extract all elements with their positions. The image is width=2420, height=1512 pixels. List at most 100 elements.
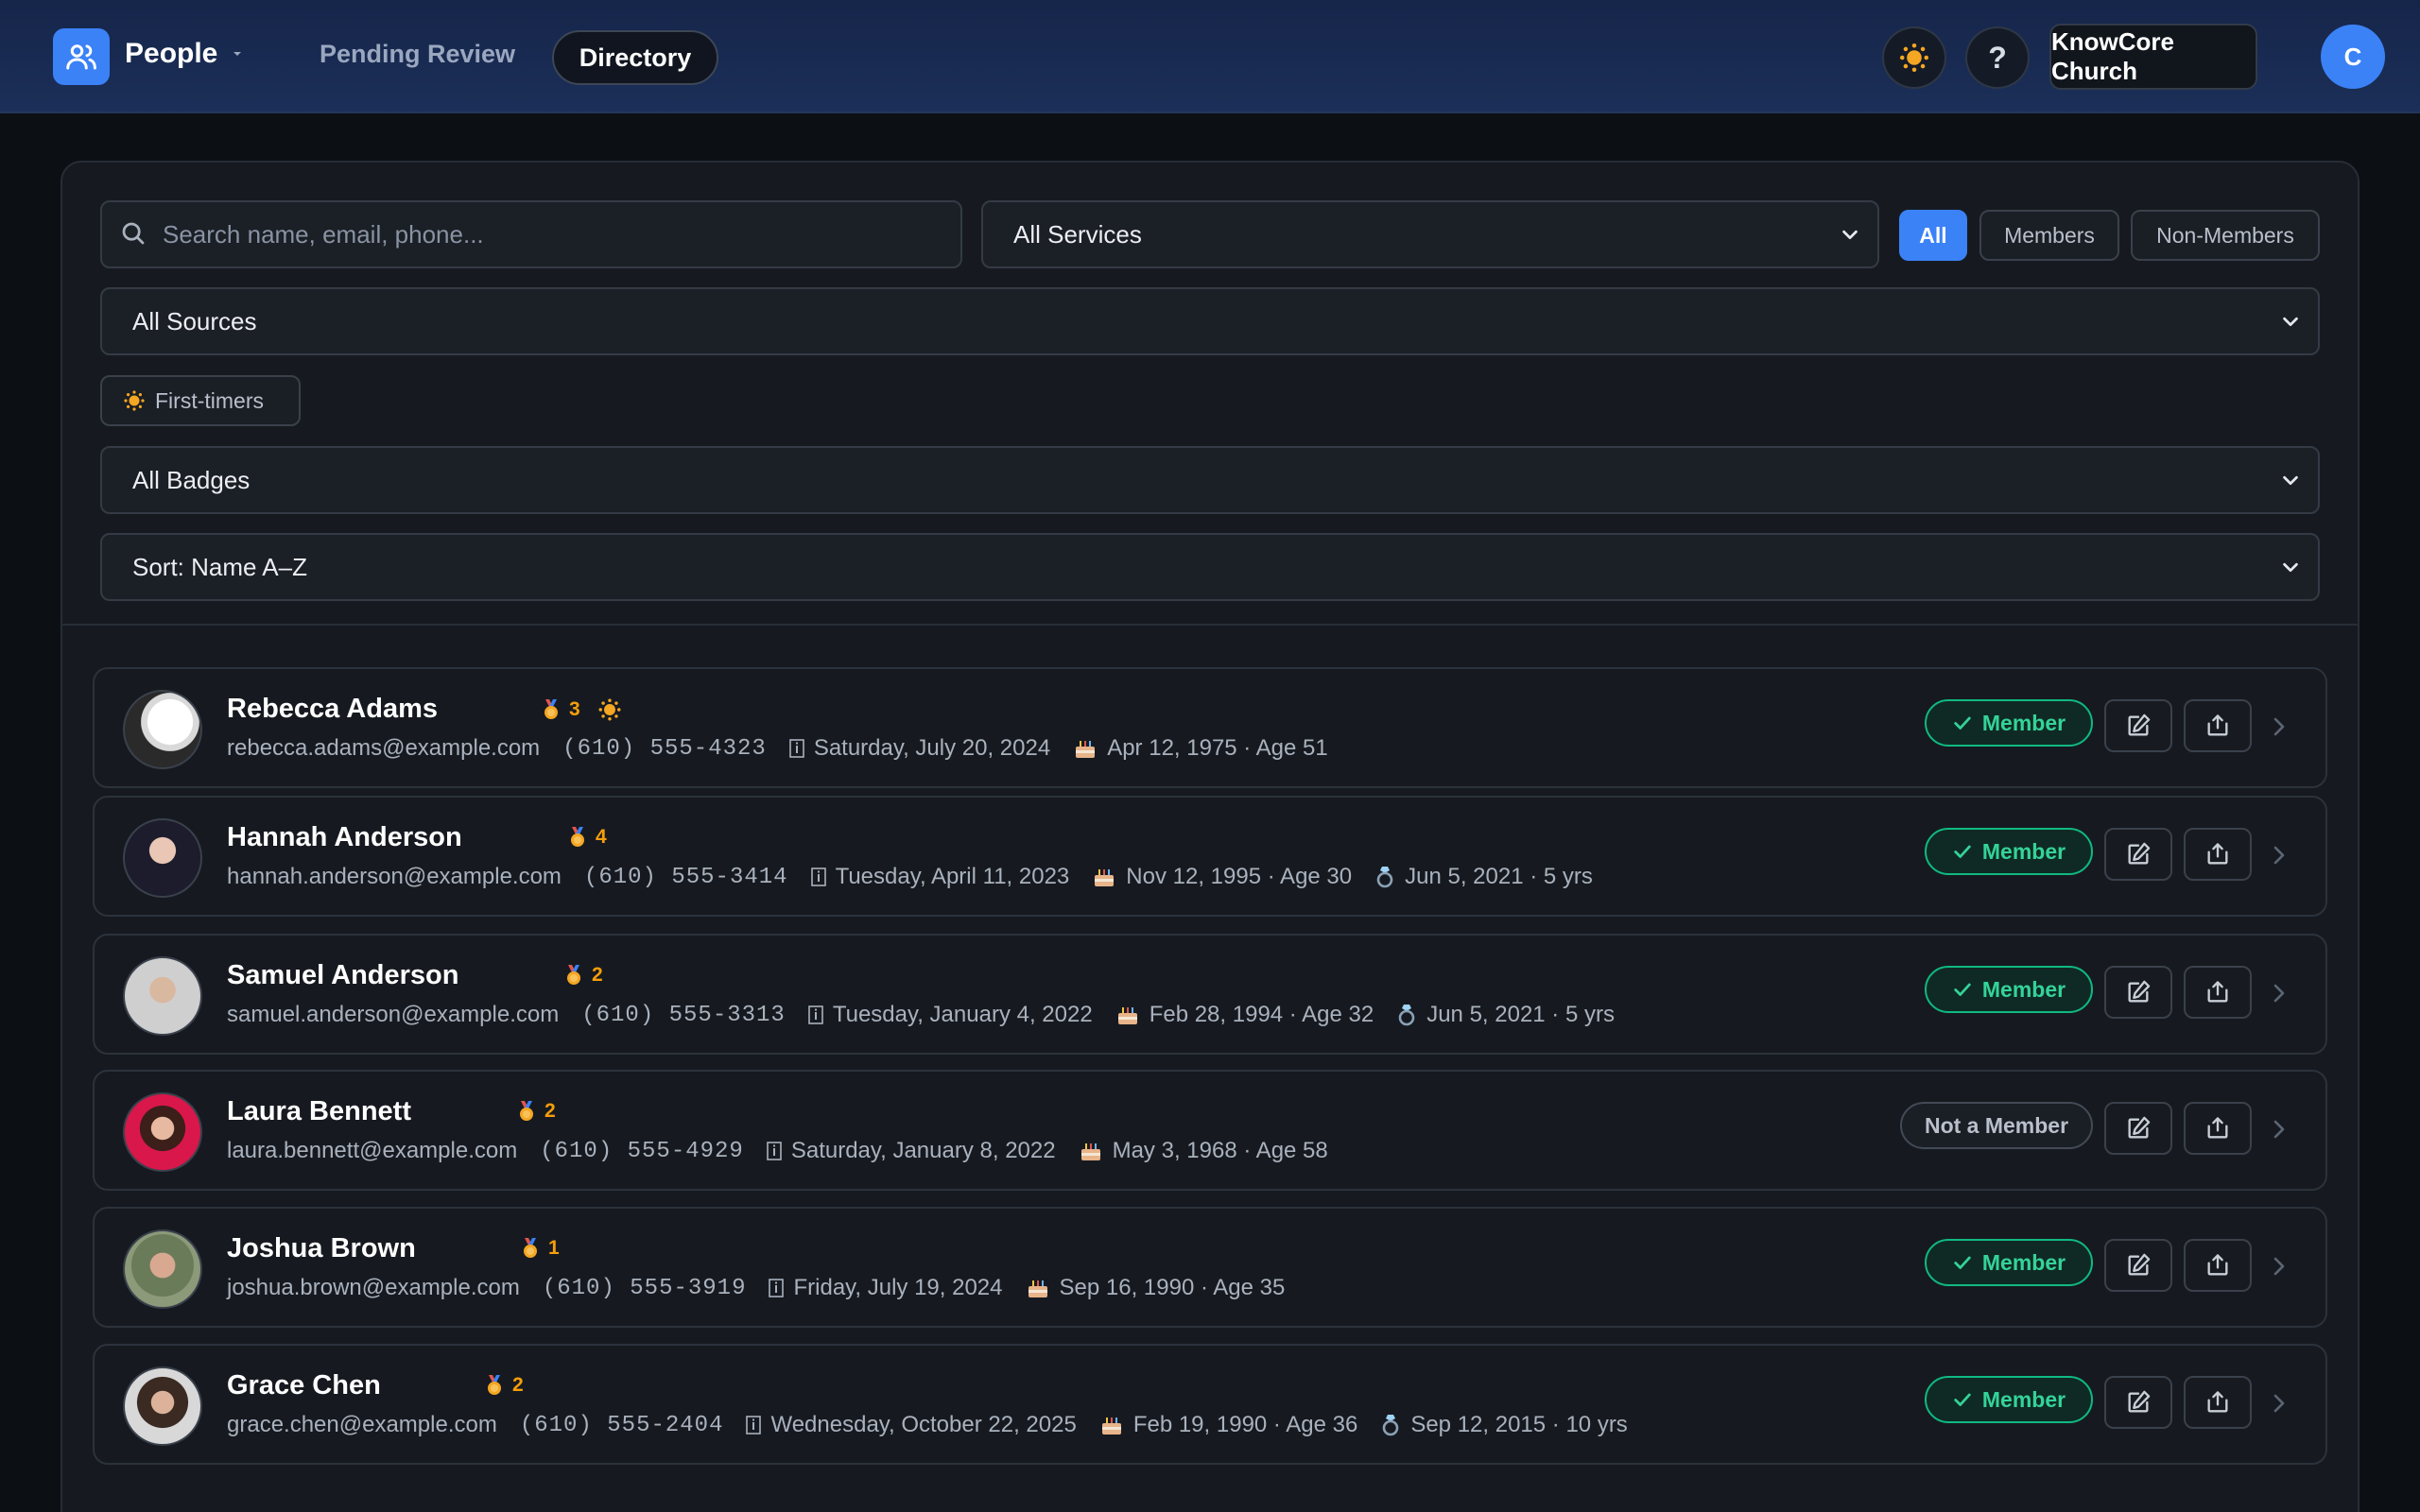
sort-select[interactable]: Sort: Name A–Z — [100, 533, 2320, 601]
edit-button[interactable] — [2104, 699, 2172, 752]
status-label: Member — [1981, 1249, 2066, 1275]
share-button[interactable] — [2184, 1376, 2252, 1429]
member-status-badge[interactable]: Member — [1925, 699, 2093, 747]
person-email[interactable]: laura.bennett@example.com — [227, 1138, 517, 1164]
joined-date: Saturday, July 20, 2024 — [813, 735, 1051, 761]
medal-icon — [488, 1375, 501, 1395]
badge-count-value: 2 — [544, 1100, 556, 1122]
filter-non-members-button[interactable]: Non-Members — [2131, 210, 2320, 261]
share-button[interactable] — [2184, 699, 2252, 752]
open-detail-chevron[interactable] — [2271, 714, 2288, 744]
person-name[interactable]: Laura Bennett — [227, 1096, 411, 1127]
chevron-right-icon[interactable] — [2271, 1117, 2288, 1142]
edit-icon — [2128, 1390, 2151, 1413]
cake-icon — [1076, 741, 1096, 758]
open-detail-chevron[interactable] — [2271, 843, 2288, 872]
person-phone[interactable]: (610) 555-4929 — [540, 1139, 744, 1164]
person-phone[interactable]: (610) 555-3414 — [584, 865, 788, 890]
person-email[interactable]: joshua.brown@example.com — [227, 1275, 520, 1301]
filters-divider — [60, 624, 2360, 626]
edit-button[interactable] — [2104, 1102, 2172, 1155]
person-row[interactable]: Samuel Anderson 2 samuel.anderson@example.… — [93, 934, 2327, 1055]
person-phone[interactable]: (610) 555-3919 — [543, 1276, 747, 1301]
person-birthday: Sep 16, 1990 · Age 35 — [1026, 1275, 1285, 1301]
person-meta: joshua.brown@example.com (610) 555-3919 Fr… — [227, 1275, 1307, 1301]
app-title[interactable]: People — [125, 38, 217, 70]
badges-select-value: All Badges — [132, 465, 251, 494]
birthday-text: Feb 28, 1994 · Age 32 — [1149, 1002, 1374, 1027]
member-status-badge[interactable]: Member — [1925, 1239, 2093, 1286]
badges-select[interactable]: All Badges — [100, 446, 2320, 514]
birthday-text: May 3, 1968 · Age 58 — [1112, 1138, 1328, 1163]
open-detail-chevron[interactable] — [2271, 981, 2288, 1010]
open-detail-chevron[interactable] — [2271, 1391, 2288, 1420]
person-email[interactable]: grace.chen@example.com — [227, 1412, 497, 1438]
edit-button[interactable] — [2104, 1239, 2172, 1292]
person-joined: Tuesday, January 4, 2022 — [808, 1002, 1093, 1028]
theme-toggle-button[interactable] — [1882, 26, 1946, 89]
person-row[interactable]: Rebecca Adams 3 rebecca.adams@example.com (… — [93, 667, 2327, 788]
share-button[interactable] — [2184, 828, 2252, 881]
person-name[interactable]: Joshua Brown — [227, 1233, 416, 1264]
badge-count-value: 2 — [512, 1374, 524, 1396]
sources-select[interactable]: All Sources — [100, 287, 2320, 355]
edit-icon — [2128, 1116, 2151, 1139]
person-email[interactable]: rebecca.adams@example.com — [227, 735, 540, 762]
info-icon — [767, 1142, 782, 1160]
user-avatar[interactable]: C — [2321, 25, 2385, 89]
edit-button[interactable] — [2104, 966, 2172, 1019]
people-icon[interactable] — [53, 28, 110, 85]
person-email[interactable]: samuel.anderson@example.com — [227, 1002, 559, 1028]
chevron-right-icon[interactable] — [2271, 714, 2288, 739]
person-name[interactable]: Grace Chen — [227, 1370, 381, 1401]
person-email[interactable]: hannah.anderson@example.com — [227, 864, 562, 890]
person-phone[interactable]: (610) 555-2404 — [520, 1413, 724, 1438]
edit-button[interactable] — [2104, 1376, 2172, 1429]
member-status-badge[interactable]: Member — [1925, 1376, 2093, 1423]
member-status-badge[interactable]: Member — [1925, 966, 2093, 1013]
person-name[interactable]: Rebecca Adams — [227, 694, 438, 725]
chevron-right-icon[interactable] — [2271, 981, 2288, 1005]
nav-directory[interactable]: Directory — [552, 30, 718, 85]
organization-switcher[interactable]: KnowCore Church — [2049, 24, 2257, 90]
share-button[interactable] — [2184, 1239, 2252, 1292]
search-input[interactable] — [163, 202, 947, 266]
filter-all-button[interactable]: All — [1899, 210, 1967, 261]
share-icon — [2207, 714, 2228, 736]
ring-icon — [1398, 1005, 1415, 1026]
person-row[interactable]: Joshua Brown 1 joshua.brown@example.com (61… — [93, 1207, 2327, 1328]
chevron-right-icon[interactable] — [2271, 1254, 2288, 1279]
first-timer-icon — [598, 698, 621, 721]
person-row[interactable]: Hannah Anderson 4 hannah.anderson@example.… — [93, 796, 2327, 917]
help-button[interactable]: ? — [1965, 26, 2030, 89]
person-name[interactable]: Hannah Anderson — [227, 822, 462, 853]
anniversary-text: Sep 12, 2015 · 10 yrs — [1410, 1412, 1628, 1437]
non-member-status-badge[interactable]: Not a Member — [1900, 1102, 2093, 1149]
ring-icon — [1383, 1415, 1399, 1436]
birthday-text: Feb 19, 1990 · Age 36 — [1132, 1412, 1358, 1437]
joined-date: Tuesday, January 4, 2022 — [832, 1002, 1093, 1027]
chevron-right-icon[interactable] — [2271, 843, 2288, 868]
person-phone[interactable]: (610) 555-4323 — [562, 736, 767, 762]
nav-pending-review[interactable]: Pending Review — [320, 40, 515, 69]
chevron-right-icon[interactable] — [2271, 1391, 2288, 1416]
person-row[interactable]: Grace Chen 2 grace.chen@example.com (610) 5… — [93, 1344, 2327, 1465]
open-detail-chevron[interactable] — [2271, 1254, 2288, 1283]
person-name[interactable]: Samuel Anderson — [227, 960, 458, 991]
share-icon — [2207, 1254, 2228, 1276]
person-phone[interactable]: (610) 555-3313 — [581, 1003, 786, 1028]
services-select[interactable]: All Services — [981, 200, 1879, 268]
open-detail-chevron[interactable] — [2271, 1117, 2288, 1146]
filter-members-button[interactable]: Members — [1979, 210, 2119, 261]
check-icon — [1954, 716, 1971, 730]
person-row[interactable]: Laura Bennett 2 laura.bennett@example.com (… — [93, 1070, 2327, 1191]
edit-button[interactable] — [2104, 828, 2172, 881]
first-timers-filter[interactable]: First-timers — [100, 375, 301, 426]
birthday-text: Apr 12, 1975 · Age 51 — [1107, 735, 1328, 761]
member-status-badge[interactable]: Member — [1925, 828, 2093, 875]
badge-count: 1 — [520, 1237, 560, 1260]
search-field[interactable] — [100, 200, 962, 268]
share-button[interactable] — [2184, 966, 2252, 1019]
chevron-down-icon[interactable] — [233, 49, 242, 59]
share-button[interactable] — [2184, 1102, 2252, 1155]
